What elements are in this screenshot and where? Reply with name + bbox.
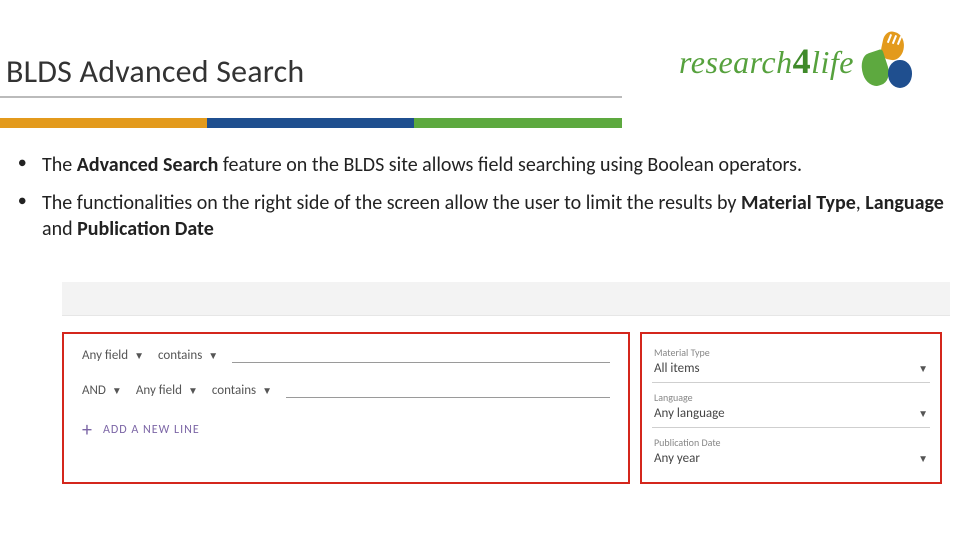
- add-new-line-button[interactable]: + ADD A NEW LINE: [82, 418, 610, 442]
- boolean-select-value: AND: [82, 383, 106, 398]
- boolean-select[interactable]: AND ▼: [82, 383, 122, 398]
- logo-text-pre: research: [679, 44, 793, 80]
- text-bold: Language: [865, 191, 944, 215]
- filter-value: Any year: [654, 451, 700, 466]
- filter-label: Language: [654, 391, 928, 404]
- text-bold: Material Type: [741, 191, 856, 215]
- chevron-down-icon: ▼: [918, 362, 928, 375]
- filter-value: All items: [654, 361, 700, 376]
- filters-panel: Material Type All items ▼ Language Any l…: [640, 332, 942, 484]
- advanced-search-screenshot: Any field ▼ contains ▼ AND ▼ Any field ▼: [62, 282, 950, 484]
- page-title: BLDS Advanced Search: [6, 52, 304, 91]
- bullet-item-2: The functionalities on the right side of…: [18, 190, 954, 242]
- text: ,: [856, 191, 866, 215]
- filter-label: Material Type: [654, 346, 928, 359]
- chevron-down-icon: ▼: [134, 349, 144, 362]
- logo-text-post: life: [811, 44, 854, 80]
- search-row-2: AND ▼ Any field ▼ contains ▼: [82, 383, 610, 398]
- search-term-input[interactable]: [286, 384, 610, 398]
- logo-text-four: 4: [793, 41, 812, 81]
- operator-select[interactable]: contains ▼: [158, 348, 218, 363]
- chevron-down-icon: ▼: [918, 407, 928, 420]
- text-bold: Advanced Search: [77, 153, 223, 177]
- bullet-item-1: The Advanced Search feature on the BLDS …: [18, 152, 954, 178]
- chevron-down-icon: ▼: [208, 349, 218, 362]
- text: The: [42, 153, 77, 177]
- text-bold: Publication Date: [77, 217, 214, 241]
- operator-select-value: contains: [158, 348, 202, 363]
- field-select[interactable]: Any field ▼: [82, 348, 144, 363]
- filter-value: Any language: [654, 406, 725, 421]
- search-row-1: Any field ▼ contains ▼: [82, 348, 610, 363]
- text: feature on the BLDS site allows field se…: [223, 153, 802, 177]
- language-filter[interactable]: Language Any language ▼: [652, 387, 930, 428]
- accent-bars: [0, 118, 622, 128]
- chevron-down-icon: ▼: [188, 384, 198, 397]
- operator-select-value: contains: [212, 383, 256, 398]
- search-term-input[interactable]: [232, 349, 610, 363]
- logo-leaves-icon: [860, 30, 922, 92]
- material-type-filter[interactable]: Material Type All items ▼: [652, 342, 930, 383]
- text: The functionalities on the right side of…: [42, 191, 741, 215]
- operator-select[interactable]: contains ▼: [212, 383, 272, 398]
- field-select[interactable]: Any field ▼: [136, 383, 198, 398]
- chevron-down-icon: ▼: [112, 384, 122, 397]
- chevron-down-icon: ▼: [918, 452, 928, 465]
- title-underline: [0, 96, 622, 98]
- screenshot-toolbar: [62, 282, 950, 316]
- text: and: [42, 217, 77, 241]
- bullet-list: The Advanced Search feature on the BLDS …: [18, 152, 954, 242]
- publication-date-filter[interactable]: Publication Date Any year ▼: [652, 432, 930, 472]
- filter-label: Publication Date: [654, 436, 928, 449]
- chevron-down-icon: ▼: [262, 384, 272, 397]
- search-criteria-panel: Any field ▼ contains ▼ AND ▼ Any field ▼: [62, 332, 630, 484]
- field-select-value: Any field: [82, 348, 128, 363]
- field-select-value: Any field: [136, 383, 182, 398]
- add-new-line-label: ADD A NEW LINE: [103, 423, 200, 437]
- research4life-logo: research4life: [679, 30, 922, 92]
- plus-icon: +: [82, 418, 93, 442]
